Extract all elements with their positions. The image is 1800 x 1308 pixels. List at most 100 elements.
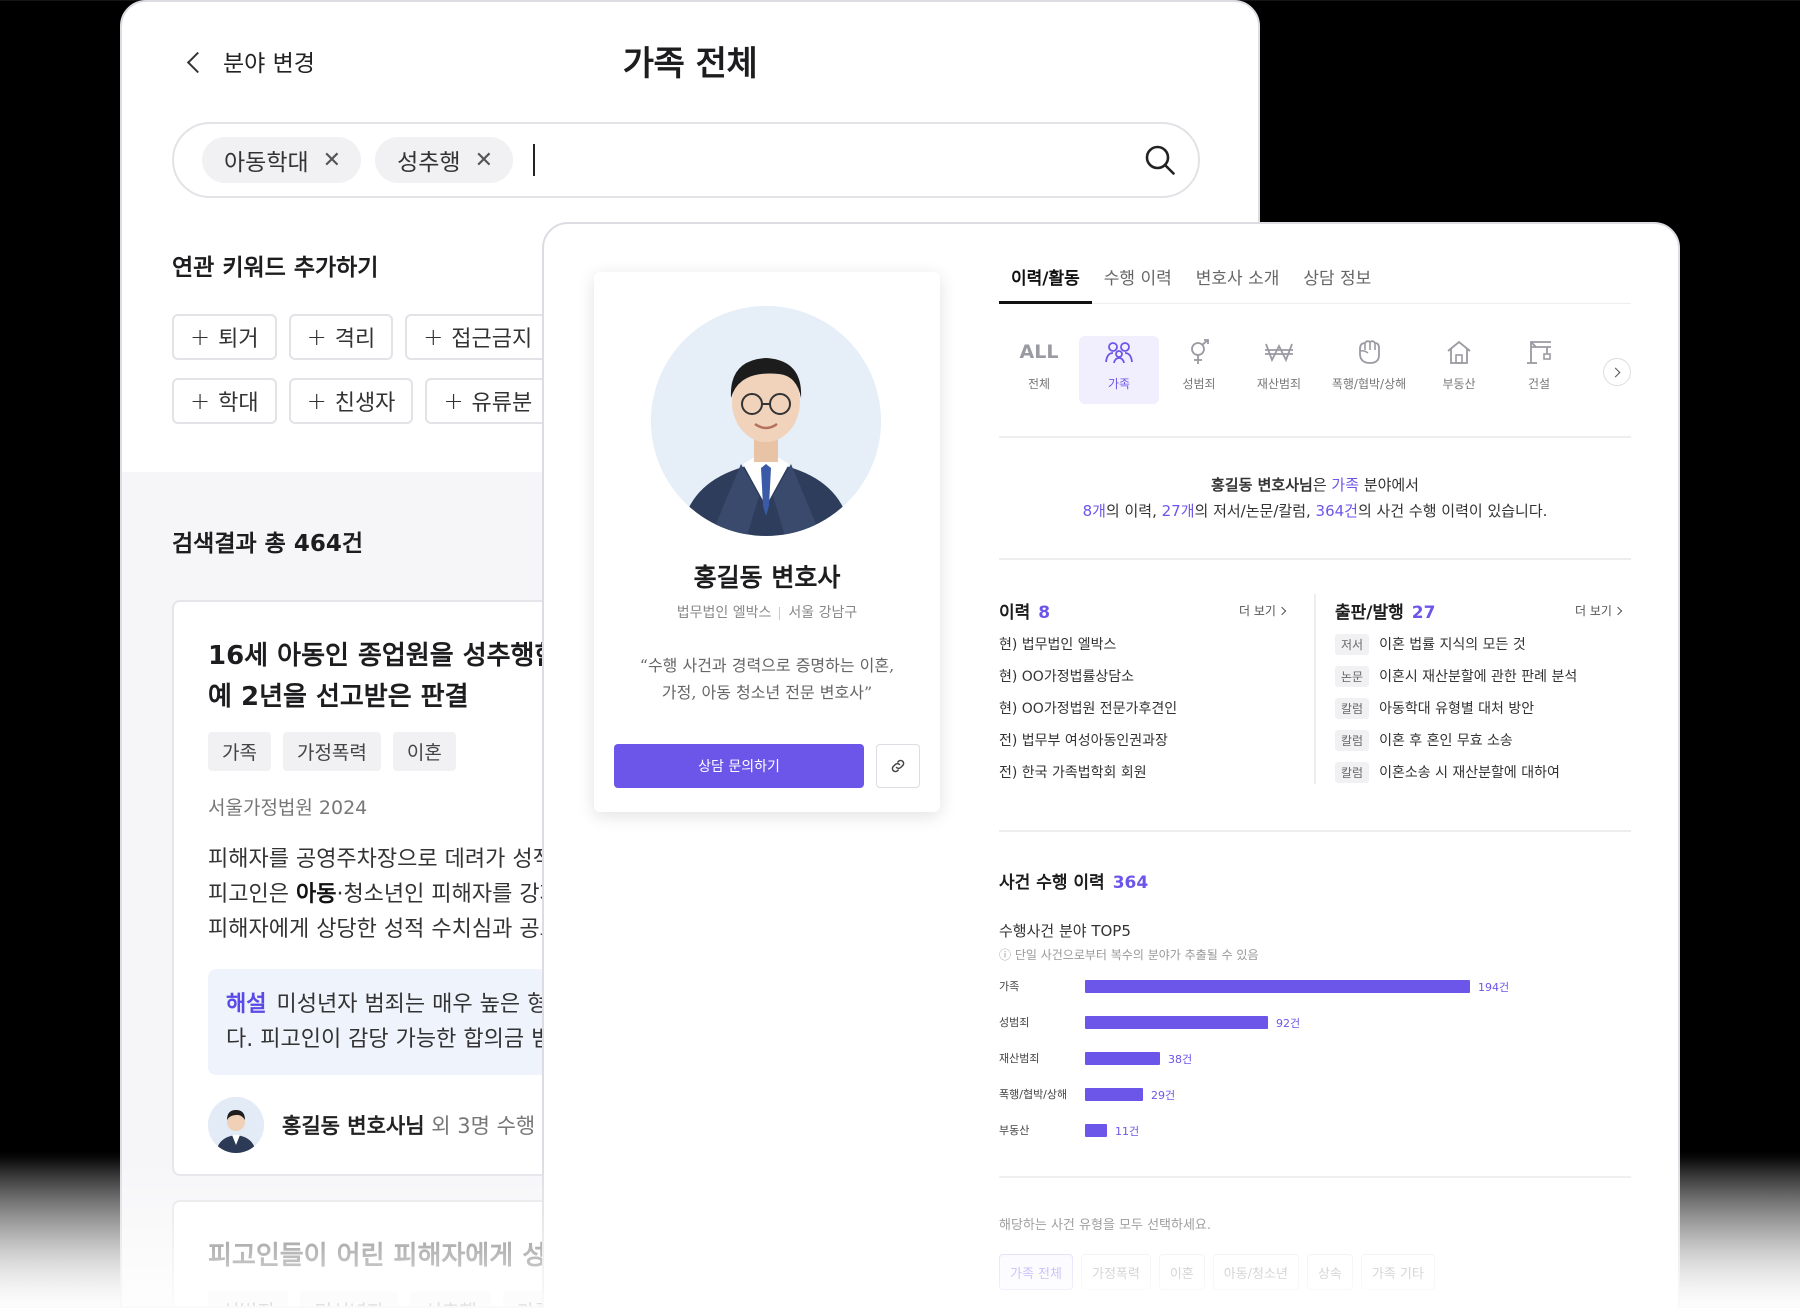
bar-value-label: 11건 [1115,1125,1140,1138]
lawyer-summary: 홍길동 변호사님은 가족 분야에서 8개의 이력, 27개의 저서/논문/칼럼,… [999,472,1631,524]
list-item[interactable]: 저서 이혼 법률 지식의 모든 것 [1335,628,1631,660]
keyword-button[interactable]: + 퇴거 [172,314,277,360]
category-construction[interactable]: 건설 [1499,336,1579,404]
history-more-button[interactable]: 더 보기 [1239,602,1287,619]
tab-case-history[interactable]: 수행 이력 [1092,264,1184,304]
profile-tabs: 이력/활동 수행 이력 변호사 소개 상담 정보 [999,264,1631,304]
commentary-text: 미성년자 범죄는 매우 높은 형이 [276,992,568,1017]
share-link-button[interactable] [876,744,920,788]
keyword-button[interactable]: + 유류분 [425,378,551,424]
section-title-text: 출판/발행 [1335,603,1404,623]
crane-icon [1527,341,1551,364]
keyword-button[interactable]: + 접근금지 [405,314,551,360]
close-icon[interactable]: ✕ [475,148,493,173]
publication-type: 칼럼 [1335,729,1370,751]
case-tag: 가정폭력 [282,732,381,771]
category-all[interactable]: ALL 전체 [999,336,1079,404]
bar-label: 성범죄 [999,1016,1030,1029]
gender-icon [1191,339,1209,364]
category-sex-crime[interactable]: 성범죄 [1159,336,1239,404]
plus-icon: + [306,387,327,415]
tab-lawyer-intro[interactable]: 변호사 소개 [1184,264,1292,304]
filter-tag[interactable]: 가족 전체 [999,1254,1073,1290]
filter-tag[interactable]: 가족 기타 [1360,1254,1435,1290]
bar-label: 가족 [999,980,1020,993]
summary-text: ·청소년인 피해자를 강제 [336,882,560,907]
search-chip[interactable]: 성추행 ✕ [375,137,513,183]
category-filter: ALL 전체 가족 성범죄 재산범죄 폭행/협박/상해 부동산 건설 [999,336,1631,406]
quote-line: “수행 사건과 경력으로 증명하는 이혼, [639,656,895,675]
more-label: 더 보기 [1575,604,1612,618]
case-tag: 성범죄 [208,1291,289,1306]
keyword-button[interactable]: + 학대 [172,378,277,424]
list-item[interactable]: 칼럼 아동학대 유형별 대처 방안 [1335,692,1631,724]
chevron-right-icon [1610,367,1621,377]
section-title-text: 사건 수행 이력 [999,873,1105,893]
tab-consult-info[interactable]: 상담 정보 [1291,264,1383,304]
category-property-crime[interactable]: 재산범죄 [1239,336,1319,404]
avatar [208,1097,264,1153]
category-real-estate[interactable]: 부동산 [1419,336,1499,404]
tab-history-activity[interactable]: 이력/활동 [999,264,1092,304]
summary-text: 피고인은 [208,882,296,907]
section-count: 364 [1112,873,1149,893]
list-item: 현) 법무법인 엘박스 [999,637,1117,653]
filter-tag[interactable]: 이혼 [1158,1254,1205,1290]
bar-label: 부동산 [999,1124,1030,1137]
divider [999,830,1631,832]
lawyer-photo [651,306,881,536]
keyword-label: 격리 [334,327,376,352]
keyword-label: 유류분 [471,391,533,416]
case-title[interactable]: 피고인들이 어린 피해자에게 성추행 [208,1236,594,1277]
category-label: 재산범죄 [1256,377,1302,391]
summary-text: 의 사건 수행 이력이 있습니다. [1357,502,1548,520]
list-item[interactable]: 칼럼 이혼 후 혼인 무효 소송 [1335,724,1631,756]
summary-count: 364건 [1315,502,1358,520]
filter-tag[interactable]: 아동/청소년 [1212,1254,1299,1290]
list-item[interactable]: 칼럼 이혼소송 시 재산분할에 대하여 [1335,756,1631,788]
consult-button[interactable]: 상담 문의하기 [614,744,864,788]
plus-icon: + [443,387,464,415]
case-title-line: 16세 아동인 종업원을 성추행한 사 [208,641,592,671]
lawyer-quote: “수행 사건과 경력으로 증명하는 이혼, 가정, 아동 청소년 전문 변호사” [614,652,920,706]
category-label: 전체 [1027,377,1051,391]
lawyer-count: 외 3명 수행 [424,1114,536,1138]
case-title[interactable]: 16세 아동인 종업원을 성추행한 사 예 2년을 선고받은 판결 [208,636,592,718]
search-icon[interactable] [1144,144,1176,176]
search-chip[interactable]: 아동학대 ✕ [202,137,362,183]
profile-card: 홍길동 변호사 법무법인 엘박스 서울 강남구 “수행 사건과 경력으로 증명하는… [594,272,940,812]
location: 서울 강남구 [788,605,858,621]
divider [779,606,781,620]
text-cursor [533,144,535,176]
case-field-chart: 가족 194건 성범죄 92건 재산범죄 38건 폭행/협박/상해 29건 부동산 11건 [999,962,1631,1142]
publication-title: 아동학대 유형별 대처 방안 [1379,701,1535,717]
firm-name: 법무법인 엘박스 [676,605,772,621]
filter-tag[interactable]: 상속 [1306,1254,1353,1290]
case-tag: 성추행 [410,1291,491,1306]
bar [1085,1016,1268,1029]
list-item[interactable]: 논문 이혼시 재산분할에 관한 판례 분석 [1335,660,1631,692]
keyword-row: + 퇴거 + 격리 + 접근금지 [172,314,551,360]
case-type-filter: 가족 전체 가정폭력 이혼 아동/청소년 상속 가족 기타 [999,1254,1435,1290]
bar [1085,1088,1143,1101]
close-icon[interactable]: ✕ [323,148,341,173]
publications-more-button[interactable]: 더 보기 [1575,602,1623,619]
search-bar[interactable]: 아동학대 ✕ 성추행 ✕ [172,122,1200,198]
keyword-label: 접근금지 [451,327,533,352]
bar-label: 재산범죄 [999,1052,1040,1065]
history-list: 현) 법무법인 엘박스 현) OO가정법률상담소 현) OO가정법원 전문가후견… [999,634,1269,794]
keyword-button[interactable]: + 격리 [288,314,394,360]
category-label: 건설 [1527,377,1551,391]
filter-tag[interactable]: 가정폭력 [1080,1254,1151,1290]
list-item: 전) 법무부 여성아동인권과장 [999,733,1168,749]
category-assault[interactable]: 폭행/협박/상해 [1319,336,1419,404]
plus-icon: + [423,323,444,351]
lawyer-name: 홍길동 변호사님 [282,1114,425,1138]
more-label: 더 보기 [1239,604,1276,618]
category-family[interactable]: 가족 [1079,336,1159,404]
keyword-label: 학대 [218,391,259,416]
category-next-button[interactable] [1603,358,1631,386]
keyword-button[interactable]: + 친생자 [288,378,414,424]
bar-value-label: 29건 [1151,1089,1176,1102]
lawyer-name: 홍길동 변호사 [693,563,841,592]
